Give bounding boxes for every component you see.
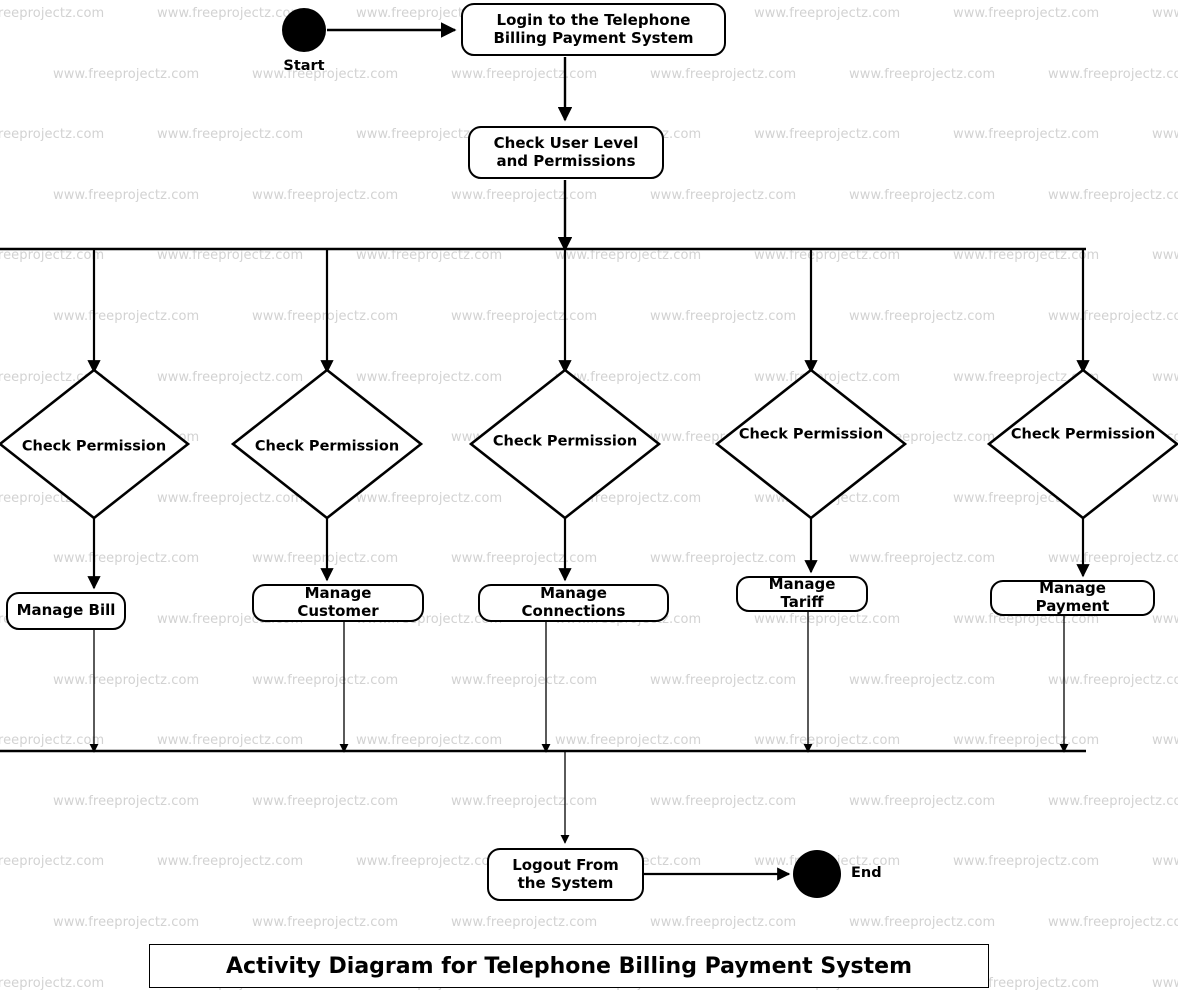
- decision-label-check-permission-3: Check Permission: [492, 433, 638, 450]
- activity-diagram-canvas: www.freeprojectz.comwww.freeprojectz.com…: [0, 0, 1178, 992]
- action-logout-from-the-system[interactable]: Logout From the System: [487, 848, 644, 901]
- action-manage-bill[interactable]: Manage Bill: [6, 592, 126, 630]
- decision-label-check-permission-2: Check Permission: [254, 438, 400, 455]
- action-manage-payment[interactable]: Manage Payment: [990, 579, 1155, 616]
- diagram-title: Activity Diagram for Telephone Billing P…: [226, 953, 912, 979]
- start-label: Start: [283, 58, 325, 74]
- decision-label-check-permission-1: Check Permission: [21, 438, 167, 455]
- action-manage-tariff[interactable]: Manage Tariff: [736, 575, 868, 612]
- decision-shape-5: [986, 368, 1178, 520]
- initial-node[interactable]: [282, 8, 326, 52]
- end-label: End: [851, 865, 882, 881]
- decision-shape-4: [714, 368, 908, 520]
- decision-label-check-permission-5: Check Permission: [1010, 426, 1156, 443]
- diagram-layer: Start Login to the Telephone Billing Pay…: [0, 0, 1178, 992]
- action-login-to-system[interactable]: Login to the Telephone Billing Payment S…: [461, 3, 726, 56]
- final-node[interactable]: [793, 850, 841, 898]
- diagram-title-box: Activity Diagram for Telephone Billing P…: [149, 944, 989, 988]
- action-manage-connections[interactable]: Manage Connections: [478, 584, 669, 622]
- action-manage-customer[interactable]: Manage Customer: [252, 584, 424, 622]
- action-check-user-level-and-permissions[interactable]: Check User Level and Permissions: [468, 126, 664, 179]
- decision-label-check-permission-4: Check Permission: [738, 426, 884, 443]
